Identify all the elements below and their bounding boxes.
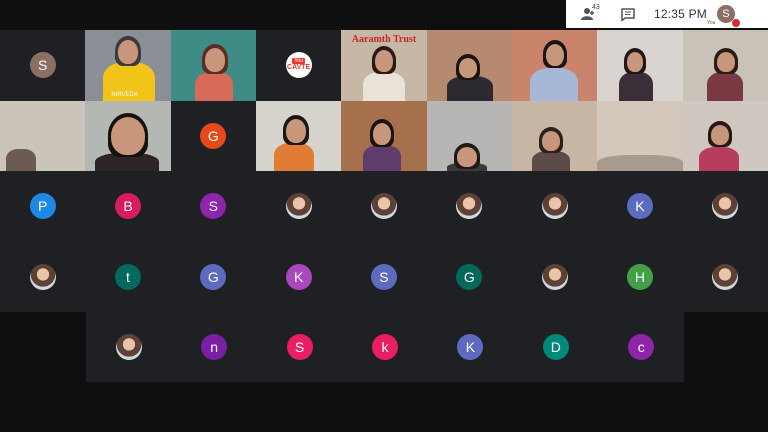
- profile-photo-avatar: [712, 263, 739, 290]
- participant-avatar: c: [628, 334, 655, 360]
- participant-tile[interactable]: K: [597, 171, 683, 242]
- chat-icon: [621, 7, 635, 21]
- participant-grid-last-row: n Sk K Dc: [86, 312, 684, 382]
- participant-tile[interactable]: K: [255, 241, 342, 312]
- participant-tile[interactable]: You CAVTE: [255, 30, 342, 101]
- participants-button[interactable]: 43: [578, 4, 600, 23]
- participant-avatar: D: [542, 334, 569, 360]
- participant-tile[interactable]: B: [85, 171, 171, 242]
- participant-avatar: S: [286, 334, 313, 360]
- participant-tile[interactable]: S: [256, 312, 343, 382]
- participant-tile[interactable]: [682, 241, 768, 312]
- participant-tile[interactable]: S: [0, 30, 86, 101]
- participant-avatar: K: [457, 334, 484, 360]
- self-avatar[interactable]: S You: [707, 5, 740, 27]
- profile-photo-avatar: [115, 334, 142, 360]
- video-feed-tile[interactable]: [426, 100, 512, 171]
- participant-tile[interactable]: D: [513, 312, 599, 382]
- video-feed-tile[interactable]: [341, 100, 427, 171]
- participant-avatar: G: [456, 263, 483, 290]
- participant-avatar: K: [285, 263, 312, 290]
- video-feed-tile[interactable]: [597, 30, 683, 101]
- participant-avatar: G: [200, 263, 227, 290]
- participant-avatar: k: [371, 334, 398, 360]
- banner-text: Aaramth Trust: [351, 34, 417, 45]
- participant-avatar: B: [114, 193, 141, 220]
- participant-avatar: S: [29, 52, 56, 79]
- video-feed-tile[interactable]: [0, 100, 86, 171]
- participant-tile[interactable]: [511, 171, 598, 242]
- participant-grid: S NIRVEDA You CAVTE Aaramth Trust G P B S Kt G K S G H: [0, 30, 768, 312]
- video-feed-tile[interactable]: [426, 30, 512, 101]
- profile-photo-avatar: [712, 193, 739, 220]
- participant-tile[interactable]: S: [341, 241, 427, 312]
- video-feed-tile[interactable]: [682, 100, 768, 171]
- participant-tile[interactable]: [255, 171, 342, 242]
- participant-avatar: S: [200, 193, 227, 220]
- participant-tile[interactable]: [511, 241, 598, 312]
- participant-avatar: K: [626, 193, 653, 220]
- participant-tile[interactable]: G: [426, 241, 512, 312]
- participant-tile[interactable]: K: [427, 312, 514, 382]
- participant-avatar: n: [201, 334, 228, 360]
- participant-count: 43: [592, 4, 600, 11]
- video-feed-tile[interactable]: [511, 100, 598, 171]
- meeting-topbar: 43 12:35 PM S You: [566, 0, 768, 28]
- video-feed-tile[interactable]: [511, 30, 598, 101]
- participant-avatar: H: [626, 263, 653, 290]
- profile-photo-avatar: [29, 263, 56, 290]
- profile-photo-avatar: [541, 263, 568, 290]
- participant-name-tag: NIRVEDA: [111, 91, 138, 98]
- profile-photo-avatar: [370, 193, 397, 220]
- youtube-logo-avatar: You CAVTE: [285, 52, 312, 79]
- participant-tile[interactable]: P: [0, 171, 86, 242]
- channel-label: CAVTE: [287, 64, 311, 72]
- video-feed-tile[interactable]: Aaramth Trust: [341, 30, 427, 101]
- video-feed-tile[interactable]: NIRVEDA: [85, 30, 171, 101]
- participant-tile[interactable]: G: [170, 100, 256, 171]
- self-label: You: [706, 20, 716, 26]
- video-feed-tile[interactable]: [170, 30, 256, 101]
- participant-tile[interactable]: [426, 171, 512, 242]
- profile-photo-avatar: [456, 193, 483, 220]
- participant-tile[interactable]: c: [598, 312, 684, 382]
- participant-avatar: t: [114, 263, 141, 290]
- meeting-clock: 12:35 PM: [654, 7, 707, 21]
- mic-muted-icon: [731, 19, 740, 27]
- participant-tile[interactable]: G: [170, 241, 256, 312]
- participant-tile[interactable]: [682, 171, 768, 242]
- participant-tile[interactable]: [0, 241, 86, 312]
- participant-avatar: G: [200, 122, 227, 149]
- participant-tile[interactable]: n: [171, 312, 257, 382]
- participant-tile[interactable]: S: [170, 171, 256, 242]
- participant-tile[interactable]: k: [342, 312, 428, 382]
- participant-tile[interactable]: [86, 312, 172, 382]
- video-feed-tile[interactable]: [682, 30, 768, 101]
- profile-photo-avatar: [541, 193, 568, 220]
- participant-tile[interactable]: [341, 171, 427, 242]
- profile-photo-avatar: [285, 193, 312, 220]
- participant-avatar: P: [29, 193, 56, 220]
- chat-button[interactable]: [620, 7, 636, 21]
- participant-tile[interactable]: t: [85, 241, 171, 312]
- video-feed-tile[interactable]: [597, 100, 683, 171]
- video-feed-tile[interactable]: [85, 100, 171, 171]
- participant-avatar: S: [370, 263, 397, 290]
- participant-tile[interactable]: H: [597, 241, 683, 312]
- video-feed-tile[interactable]: [255, 100, 342, 171]
- self-avatar-initial: S: [722, 8, 730, 20]
